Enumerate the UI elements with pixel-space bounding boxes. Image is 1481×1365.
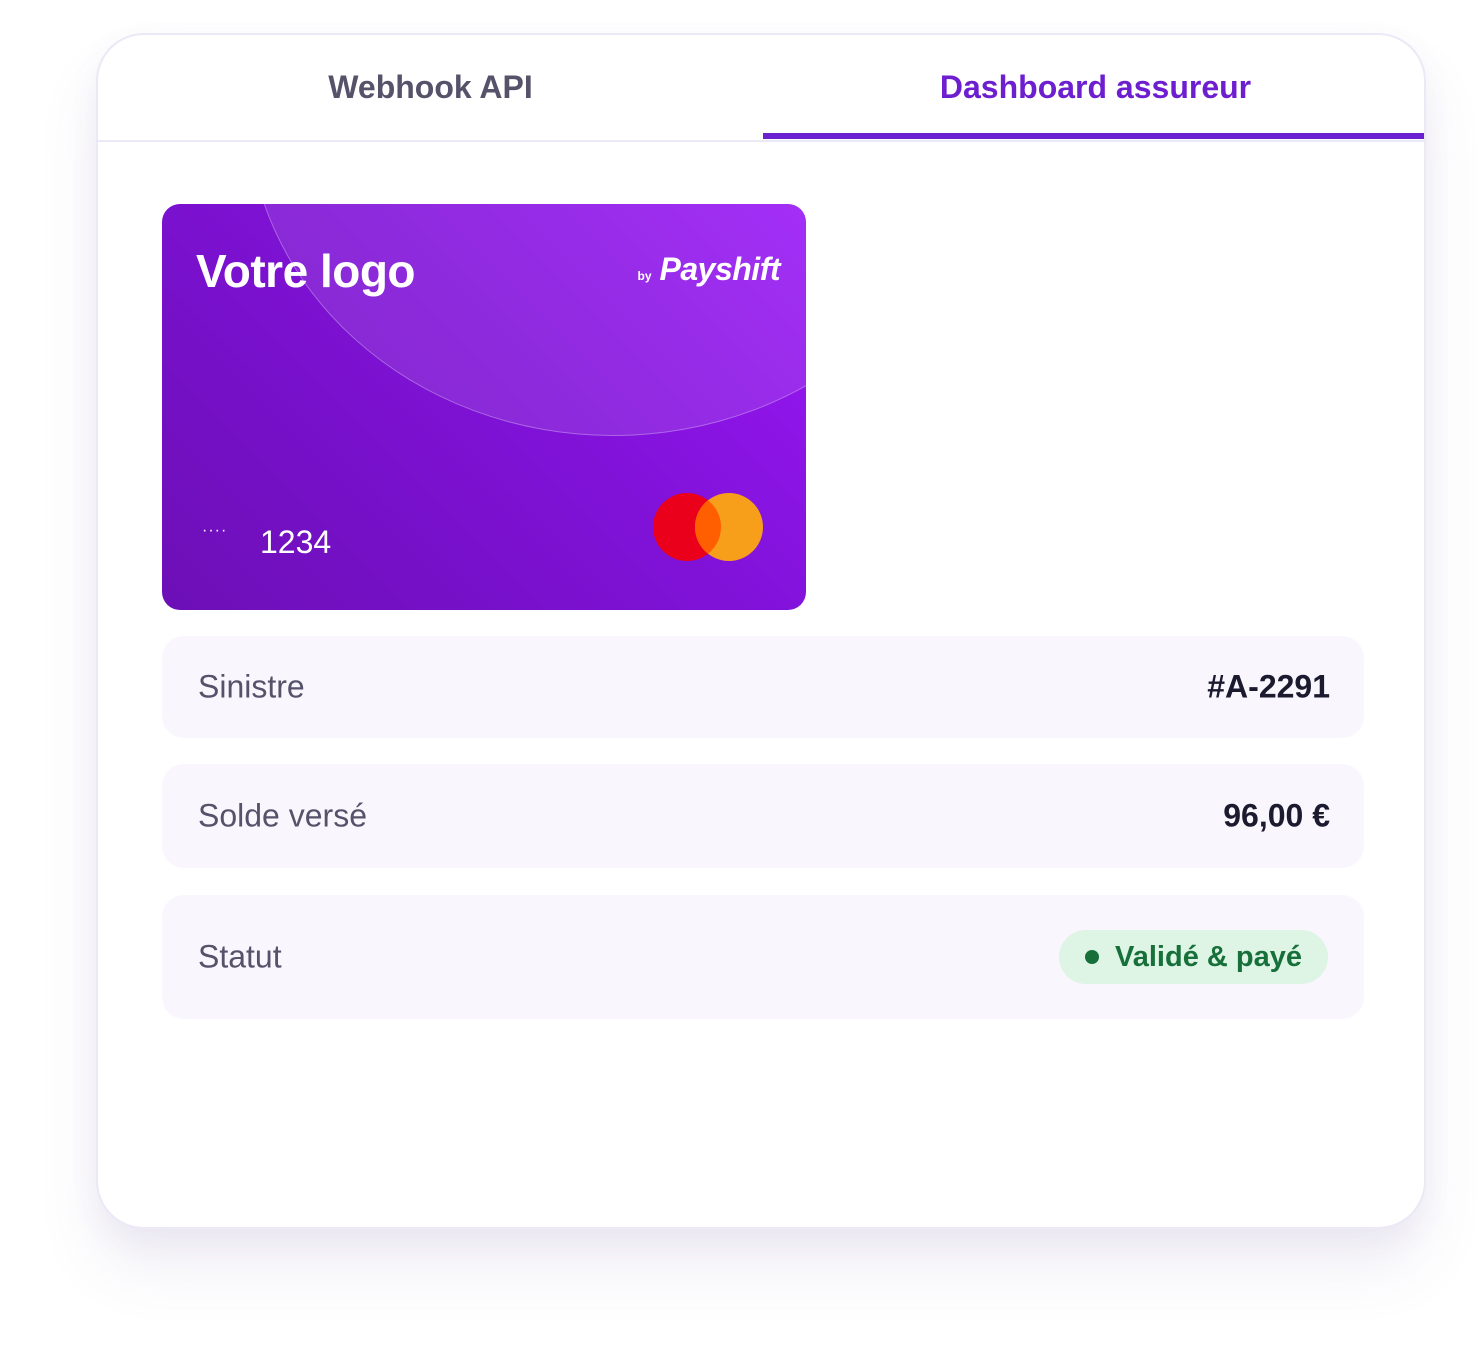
active-tab-indicator: [763, 133, 1424, 139]
card-decorative-arc: [247, 204, 806, 436]
tab-dashboard-assureur-label: Dashboard assureur: [939, 69, 1252, 105]
claim-label: Sinistre: [198, 668, 305, 705]
status-dot-icon: [1085, 950, 1099, 964]
card-brand: by Payshift: [638, 251, 781, 288]
card-last-digits: 1234: [260, 524, 332, 560]
card-masked-digits: ····: [202, 522, 228, 539]
status-label: Statut: [198, 938, 282, 975]
balance-value: 96,00 €: [1223, 797, 1330, 834]
balance-label: Solde versé: [198, 797, 367, 834]
claim-value: #A-2291: [1207, 668, 1330, 705]
tab-dashboard-assureur[interactable]: Dashboard assureur: [763, 35, 1424, 140]
dashboard-panel: Webhook API Dashboard assureur Votre log…: [96, 33, 1426, 1229]
mastercard-overlap: [695, 493, 763, 561]
status-row: Statut Validé & payé: [162, 895, 1364, 1019]
card-logo-placeholder: Votre logo: [196, 245, 416, 297]
tab-bar: Webhook API Dashboard assureur: [98, 35, 1424, 142]
card-brand-name: Payshift: [659, 251, 781, 287]
payment-card: Votre logo by Payshift ···· 1234: [162, 204, 806, 610]
tab-webhook-api[interactable]: Webhook API: [98, 35, 763, 140]
card-brand-by: by: [637, 269, 652, 283]
claim-row: Sinistre #A-2291: [162, 636, 1364, 738]
mastercard-icon: [653, 493, 763, 561]
status-badge: Validé & payé: [1059, 930, 1328, 984]
status-badge-text: Validé & payé: [1115, 940, 1302, 973]
balance-row: Solde versé 96,00 €: [162, 764, 1364, 868]
tab-webhook-api-label: Webhook API: [328, 69, 533, 105]
